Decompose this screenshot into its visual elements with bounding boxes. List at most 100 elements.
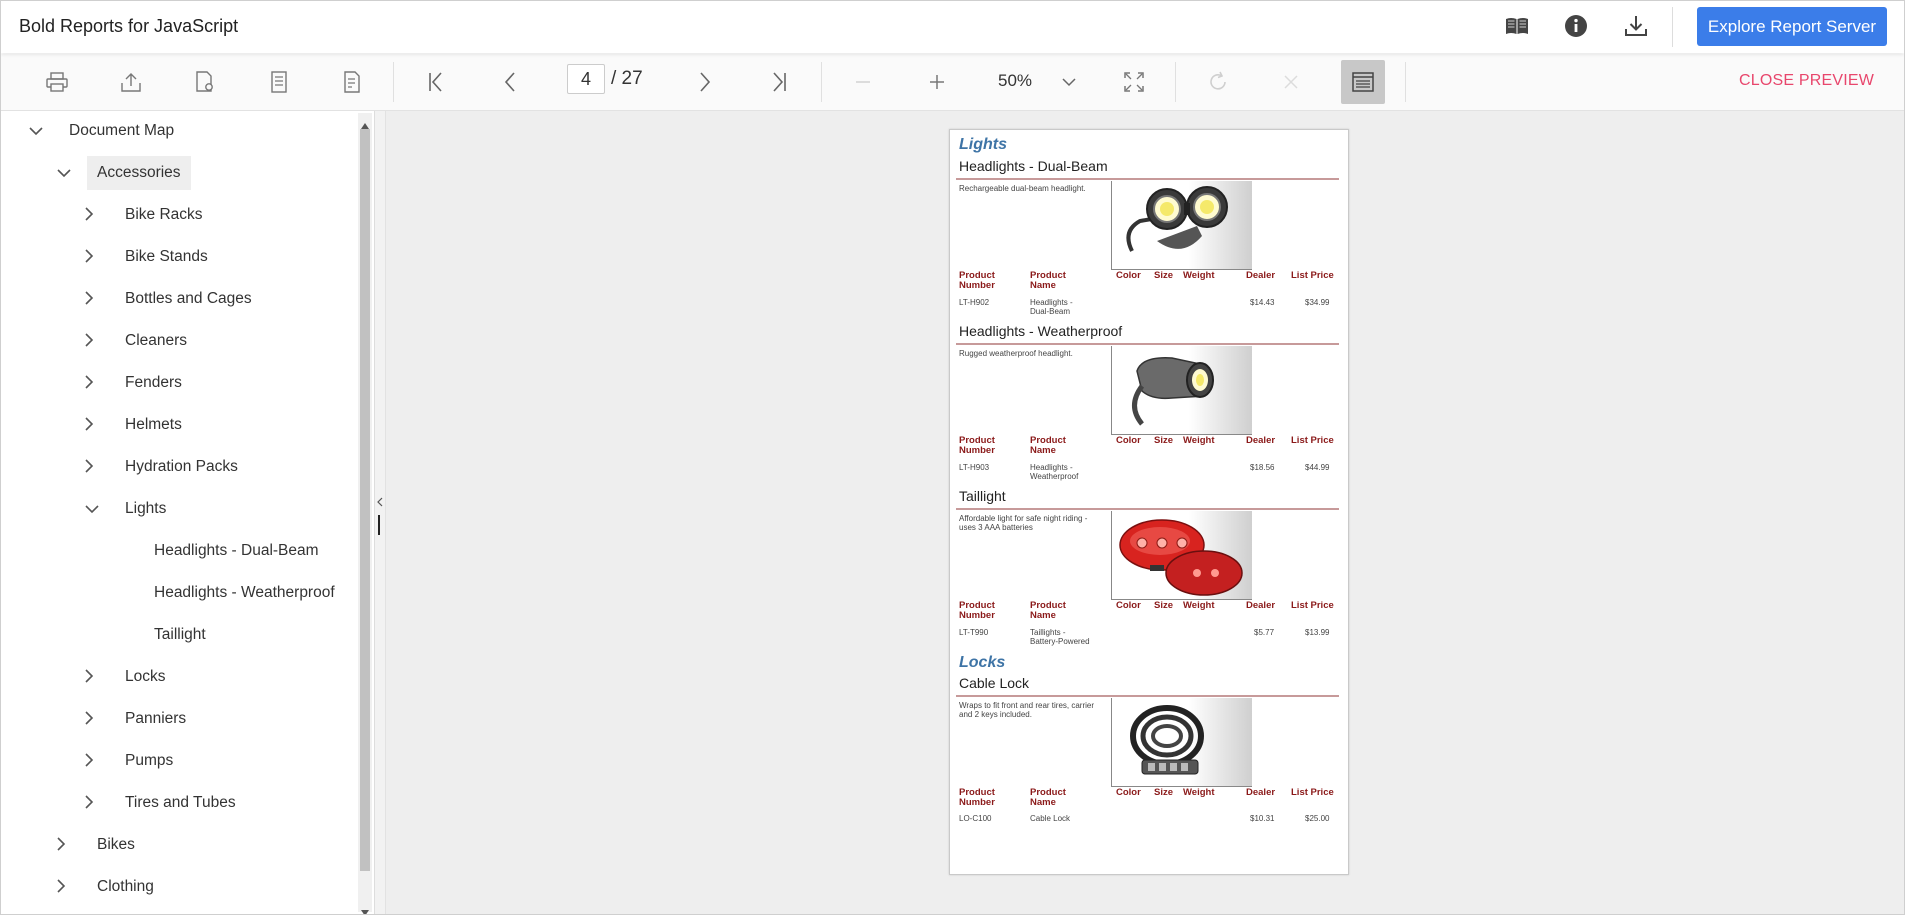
collapse-panel-icon[interactable] xyxy=(377,497,383,507)
chevron-right-icon[interactable] xyxy=(85,711,94,730)
chevron-right-icon[interactable] xyxy=(85,795,94,814)
document-map-item-label: Helmets xyxy=(125,416,182,433)
chevron-right-icon[interactable] xyxy=(57,837,66,856)
chevron-right-icon[interactable] xyxy=(85,333,94,352)
taillight-image xyxy=(1111,511,1252,600)
document-map-item-label: Hydration Packs xyxy=(125,458,238,475)
cell-product-name: Headlights - Dual-Beam xyxy=(1030,298,1073,316)
document-map-item-label: Clothing xyxy=(97,878,154,895)
zoom-in-icon[interactable] xyxy=(921,66,953,98)
download-icon[interactable] xyxy=(1621,11,1651,41)
document-map-item[interactable]: Accessories xyxy=(87,156,191,190)
fit-page-icon[interactable] xyxy=(1118,66,1150,98)
chevron-right-icon[interactable] xyxy=(85,207,94,226)
parameter-icon[interactable] xyxy=(337,66,369,98)
document-map-item[interactable]: Tires and Tubes xyxy=(125,786,236,820)
product-name: Headlights - Weatherproof xyxy=(959,323,1123,339)
chevron-right-icon[interactable] xyxy=(85,249,94,268)
column-header-list-price: List Price xyxy=(1291,600,1334,611)
current-page-input[interactable] xyxy=(567,64,605,94)
document-map-item[interactable]: Cleaners xyxy=(125,324,187,358)
cell-product-number: LT-H902 xyxy=(959,298,990,307)
column-header-weight: Weight xyxy=(1183,435,1215,446)
column-header-dealer: Dealer xyxy=(1246,600,1276,611)
report-toolbar: / 27 50% CLOSE PREVIE xyxy=(1,54,1904,111)
text-cursor xyxy=(378,515,380,535)
document-map-item[interactable]: Pumps xyxy=(125,744,173,778)
print-layout-icon[interactable] xyxy=(263,66,295,98)
refresh-icon[interactable] xyxy=(1202,66,1234,98)
document-map-item[interactable]: Taillight xyxy=(154,618,206,652)
export-icon[interactable] xyxy=(115,66,147,98)
product-name: Cable Lock xyxy=(959,675,1030,691)
info-icon[interactable] xyxy=(1561,11,1591,41)
total-pages: / 27 xyxy=(611,68,643,89)
stop-icon[interactable] xyxy=(1275,66,1307,98)
cell-product-number: LT-T990 xyxy=(959,628,989,637)
chevron-right-icon[interactable] xyxy=(85,669,94,688)
document-map-item[interactable]: Clothing xyxy=(97,870,154,904)
chevron-right-icon[interactable] xyxy=(85,753,94,772)
document-map-item-label: Bike Racks xyxy=(125,206,203,223)
chevron-down-icon[interactable] xyxy=(57,165,71,183)
cell-product-name: Taillights - Battery-Powered xyxy=(1030,628,1090,646)
document-map-item[interactable]: Bikes xyxy=(97,828,135,862)
document-map-item-label: Headlights - Dual-Beam xyxy=(154,542,319,559)
zoom-out-icon[interactable] xyxy=(847,66,879,98)
column-header-product-number: Product Number xyxy=(959,600,995,621)
column-header-color: Color xyxy=(1116,270,1141,281)
chevron-right-icon[interactable] xyxy=(57,879,66,898)
document-map-item[interactable]: Fenders xyxy=(125,366,182,400)
document-map-item[interactable]: Headlights - Weatherproof xyxy=(154,576,335,610)
toolbar-divider xyxy=(1175,62,1176,102)
scroll-up-icon[interactable] xyxy=(361,116,369,134)
zoom-dropdown-icon[interactable] xyxy=(1053,66,1085,98)
document-map-item-label: Pumps xyxy=(125,752,174,769)
document-map-item[interactable]: Document Map xyxy=(69,114,174,148)
last-page-icon[interactable] xyxy=(763,66,795,98)
document-map-scroll-thumb[interactable] xyxy=(360,129,370,871)
print-icon[interactable] xyxy=(41,66,73,98)
document-map-item[interactable]: Bike Stands xyxy=(125,240,208,274)
zoom-level[interactable]: 50% xyxy=(998,71,1032,91)
column-header-product-name: Product Name xyxy=(1030,270,1066,291)
document-map-item[interactable]: Bike Racks xyxy=(125,198,203,232)
document-map-toggle-icon[interactable] xyxy=(1341,60,1385,104)
chevron-right-icon[interactable] xyxy=(85,291,94,310)
chevron-right-icon[interactable] xyxy=(85,375,94,394)
column-header-color: Color xyxy=(1116,435,1141,446)
app-header: Bold Reports for JavaScript Explore Repo… xyxy=(1,1,1904,53)
document-map-item[interactable]: Bottles and Cages xyxy=(125,282,252,316)
chevron-right-icon[interactable] xyxy=(85,417,94,436)
chevron-right-icon[interactable] xyxy=(85,459,94,478)
product-description: Affordable light for safe night riding -… xyxy=(959,514,1088,532)
book-open-icon[interactable] xyxy=(1502,11,1532,41)
column-header-size: Size xyxy=(1154,787,1174,798)
page-setup-icon[interactable] xyxy=(189,66,221,98)
document-map-item[interactable]: Headlights - Dual-Beam xyxy=(154,534,319,568)
scroll-down-icon[interactable] xyxy=(361,903,369,914)
column-header-weight: Weight xyxy=(1183,600,1215,611)
explore-report-server-button[interactable]: Explore Report Server xyxy=(1697,7,1887,46)
panel-splitter[interactable] xyxy=(375,111,386,914)
cell-list-price: $13.99 xyxy=(1305,628,1330,637)
document-map-item[interactable]: Locks xyxy=(125,660,166,694)
column-header-product-number: Product Number xyxy=(959,787,995,808)
document-map-item[interactable]: Lights xyxy=(125,492,166,526)
column-header-weight: Weight xyxy=(1183,270,1215,281)
document-map-item[interactable]: Helmets xyxy=(125,408,182,442)
report-viewer-window: Bold Reports for JavaScript Explore Repo… xyxy=(0,0,1905,915)
document-map-item[interactable]: Hydration Packs xyxy=(125,450,238,484)
first-page-icon[interactable] xyxy=(420,66,452,98)
cell-dealer: $18.56 xyxy=(1250,463,1275,472)
product-rule xyxy=(956,695,1339,697)
document-map-item[interactable]: Panniers xyxy=(125,702,186,736)
chevron-down-icon[interactable] xyxy=(29,123,43,141)
previous-page-icon[interactable] xyxy=(494,66,526,98)
chevron-down-icon[interactable] xyxy=(85,501,99,519)
column-header-dealer: Dealer xyxy=(1246,270,1276,281)
close-preview-button[interactable]: CLOSE PREVIEW xyxy=(1739,72,1874,90)
cell-list-price: $34.99 xyxy=(1305,298,1330,307)
next-page-icon[interactable] xyxy=(689,66,721,98)
column-header-dealer: Dealer xyxy=(1246,435,1276,446)
